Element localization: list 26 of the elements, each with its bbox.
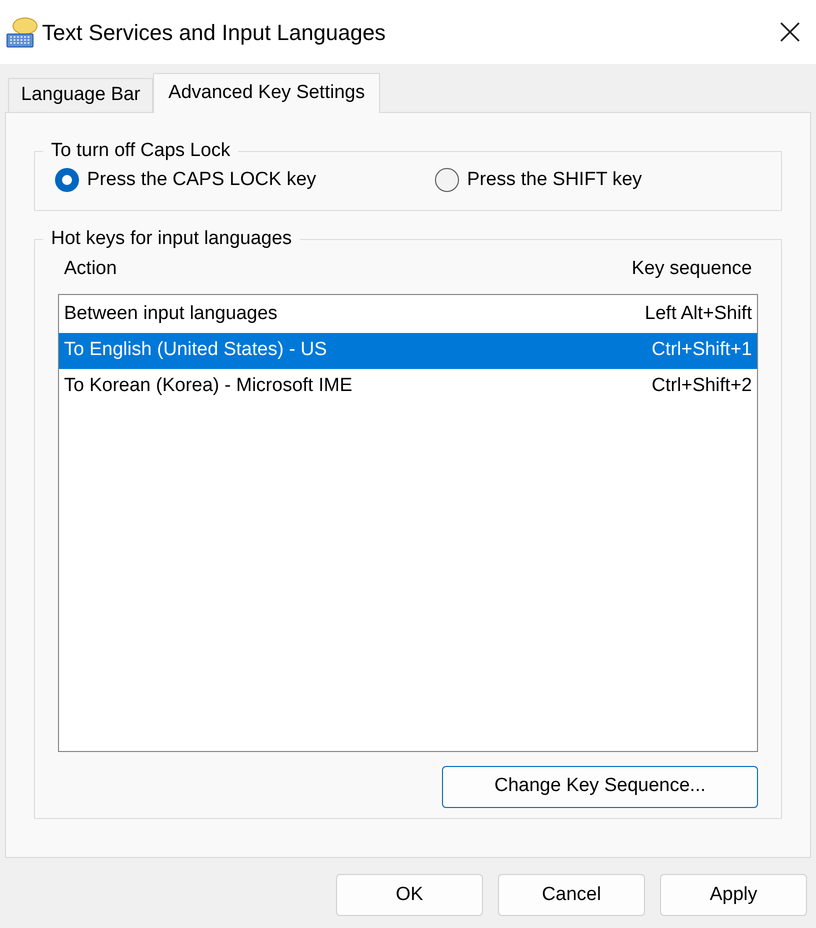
dialog-button[interactable]: Cancel bbox=[498, 874, 645, 916]
action-text: To English (United States) - US bbox=[64, 338, 327, 362]
list-row[interactable]: To Korean (Korea) - Microsoft IME Ctrl+Shift+2 bbox=[59, 368, 757, 404]
change-key-sequence-button[interactable]: Change Key Sequence... bbox=[442, 766, 758, 808]
list-row[interactable]: Between input languages Left Alt+Shift bbox=[59, 296, 757, 332]
key-sequence-text: Left Alt+Shift bbox=[644, 302, 752, 326]
key-sequence-text: Ctrl+Shift+2 bbox=[652, 374, 752, 398]
dialog-button[interactable]: OK bbox=[336, 874, 483, 916]
key-sequence-text: Ctrl+Shift+1 bbox=[652, 338, 752, 362]
tab[interactable]: Language Bar bbox=[8, 78, 154, 112]
group-title: Hot keys for input languages bbox=[50, 227, 293, 251]
column-header: Key sequence bbox=[632, 257, 752, 282]
radio-button[interactable] bbox=[55, 168, 79, 192]
action-text: To Korean (Korea) - Microsoft IME bbox=[64, 374, 352, 398]
keyboard-speech-bubble-icon bbox=[6, 16, 38, 48]
window-title: Text Services and Input Languages bbox=[42, 18, 386, 47]
radio-button[interactable] bbox=[435, 168, 459, 192]
dialog-button[interactable]: Apply bbox=[660, 874, 807, 916]
action-text: Between input languages bbox=[64, 302, 278, 326]
column-header: Action bbox=[64, 257, 117, 282]
tab[interactable]: Advanced Key Settings bbox=[153, 73, 380, 113]
radio-label: Press the CAPS LOCK key bbox=[87, 168, 316, 192]
radio-label: Press the SHIFT key bbox=[467, 168, 642, 192]
group-title: To turn off Caps Lock bbox=[50, 139, 232, 163]
list-row[interactable]: To English (United States) - US Ctrl+Shift+1 bbox=[59, 332, 757, 368]
close-icon[interactable] bbox=[780, 22, 800, 42]
